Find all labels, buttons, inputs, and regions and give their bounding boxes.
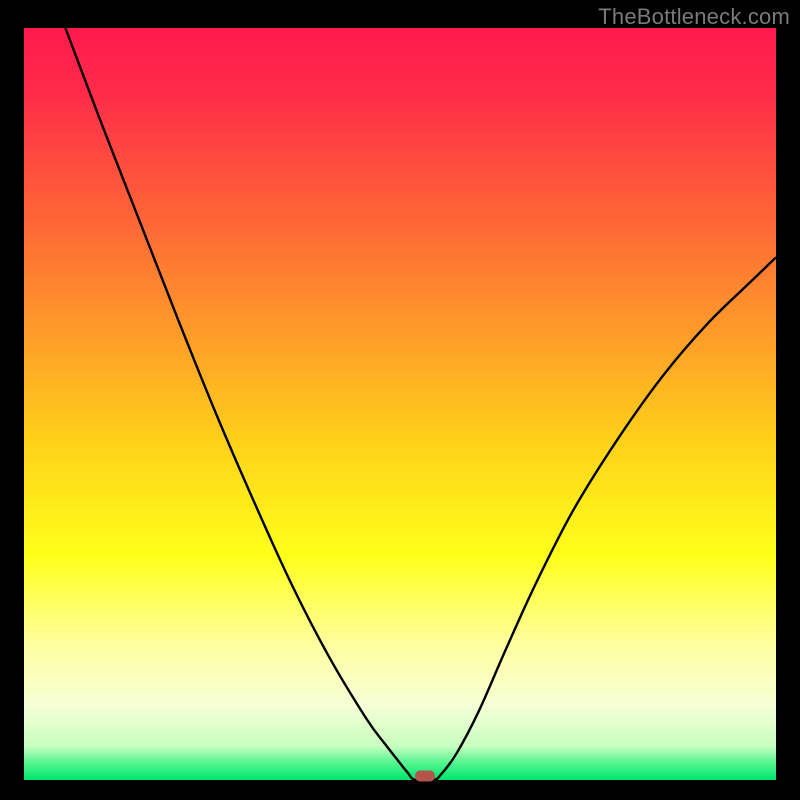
curve-layer (24, 28, 776, 780)
bottleneck-marker (415, 771, 435, 782)
bottleneck-curve (65, 28, 776, 780)
watermark-text: TheBottleneck.com (598, 4, 790, 30)
